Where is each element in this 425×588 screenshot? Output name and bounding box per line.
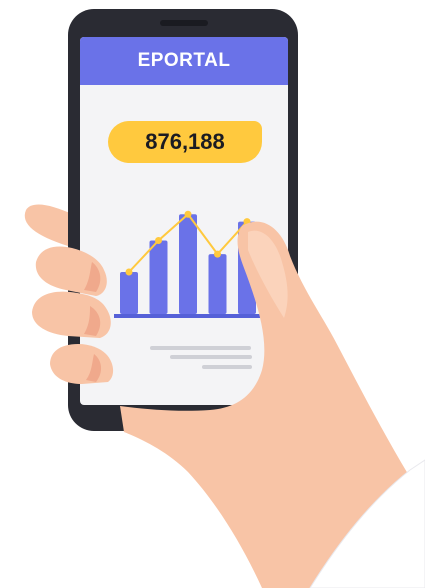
illustration-scene: EPORTAL 876,188 bbox=[0, 0, 425, 588]
hand-front bbox=[32, 221, 425, 588]
